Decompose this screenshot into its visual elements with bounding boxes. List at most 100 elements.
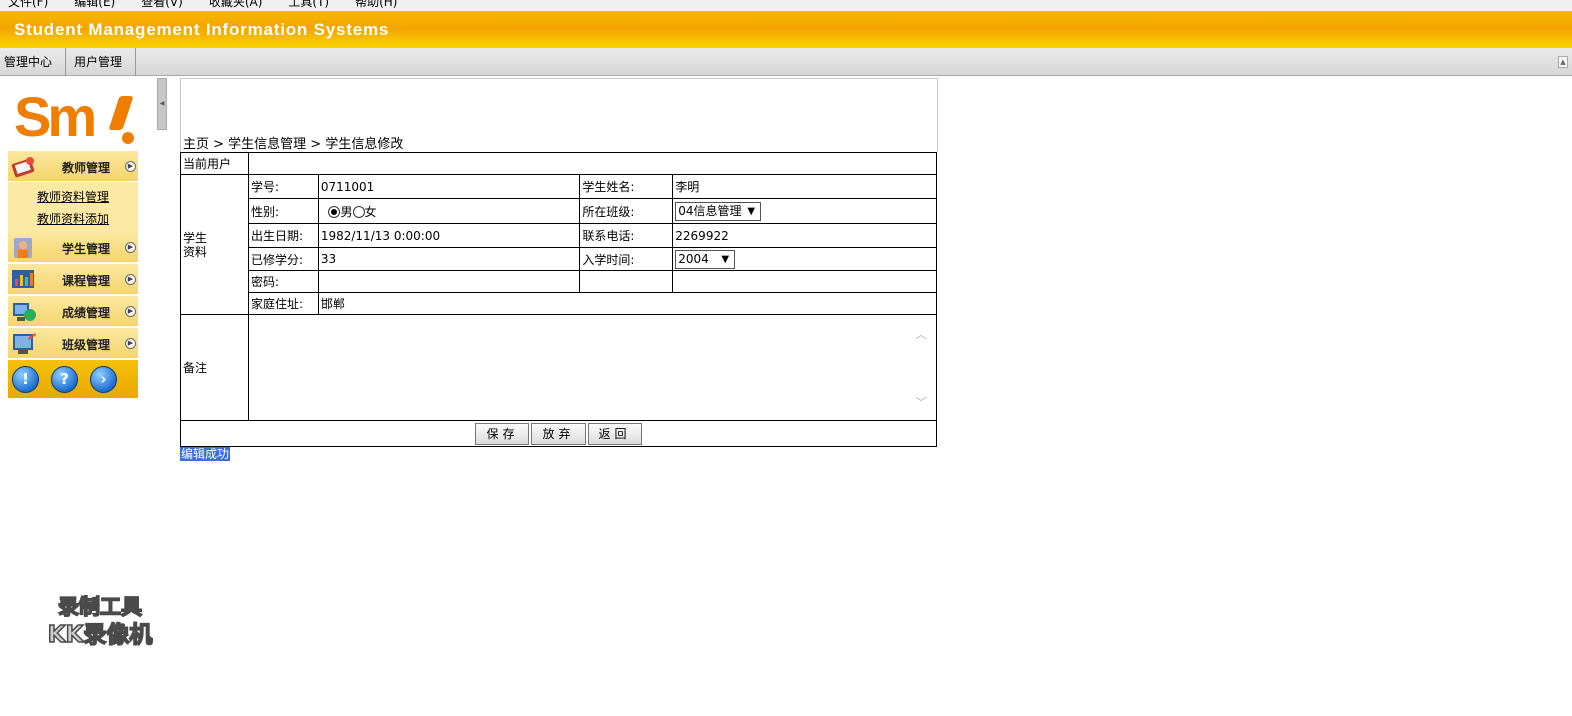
gender-male-radio[interactable] (328, 206, 341, 218)
phone-input[interactable] (675, 226, 934, 245)
password-label: 密码: (247, 270, 319, 293)
student-icon (14, 238, 32, 258)
sidebar-item-course[interactable]: 课程管理 ▶ (8, 264, 138, 295)
button-row: 保存 放弃 返回 (180, 420, 937, 447)
tab-scroll-icon[interactable]: ▲ (1558, 56, 1568, 68)
chevron-right-icon[interactable]: ▶ (125, 306, 136, 317)
student-id-label: 学号: (247, 174, 319, 199)
sidebar-item-label: 班级管理 (62, 338, 111, 352)
birth-label: 出生日期: (247, 223, 319, 248)
sidebar: Sm 教师管理 ▶ 教师资料管理 教师资料添加 学生管理 ▶ 课程管理 ▶ 成绩… (8, 78, 138, 400)
menu-favorites[interactable]: 收藏夹(A) (209, 0, 263, 10)
credits-label: 已修学分: (247, 247, 319, 271)
student-name-input[interactable] (675, 177, 934, 196)
credits-input[interactable] (320, 250, 578, 268)
student-edit-form: 当前用户 学生资料 学号: 学生姓名: 性别: 男女 所在班级: 04信息管理▼… (180, 152, 938, 447)
sm-logo: Sm (14, 88, 138, 146)
app-title: Student Management Information Systems (14, 20, 390, 39)
recorder-watermark: 录制工具 KK录像机 (30, 594, 170, 650)
tab-management-center[interactable]: 管理中心 (0, 48, 66, 76)
phone-label: 联系电话: (579, 223, 674, 248)
birth-input[interactable] (320, 226, 578, 245)
save-button[interactable]: 保存 (475, 422, 530, 445)
gender-cell: 男女 (317, 198, 581, 224)
class-select[interactable]: 04信息管理 ▼ (675, 201, 762, 221)
credits-cell (317, 247, 581, 271)
class-select-value: 04信息管理 (678, 203, 742, 218)
sidebar-item-teacher[interactable]: 教师管理 ▶ (8, 151, 138, 182)
class-icon (13, 333, 36, 354)
student-section-label: 学生资料 (180, 174, 249, 315)
menu-edit[interactable]: 编辑(E) (74, 0, 115, 10)
sidebar-item-student[interactable]: 学生管理 ▶ (8, 232, 138, 263)
app-window: 文件(F) 编辑(E) 查看(V) 收藏夹(A) 工具(T) 帮助(H) Student … (0, 0, 1572, 716)
scroll-down-icon[interactable]: ﹀ (914, 396, 928, 410)
sidebar-item-label: 学生管理 (62, 242, 111, 256)
sidebar-item-label: 教师管理 (62, 161, 111, 175)
back-button[interactable]: 返回 (587, 422, 642, 445)
logo-dot-shape (122, 132, 134, 144)
gender-male-label: 男 (340, 204, 353, 219)
remarks-scrollbar[interactable]: ︿ ﹀ (914, 318, 928, 418)
enroll-label: 入学时间: (579, 247, 674, 271)
class-cell: 04信息管理 ▼ (672, 198, 937, 224)
current-user-label: 当前用户 (180, 152, 249, 175)
sidebar-item-label: 成绩管理 (62, 306, 111, 320)
gender-female-radio[interactable] (352, 206, 365, 218)
tab-bar: 管理中心 用户管理 ▲ (0, 48, 1572, 76)
title-banner: Student Management Information Systems (0, 12, 1572, 48)
watermark-line-1: 录制工具 (57, 594, 143, 620)
chevron-right-icon[interactable]: ▶ (125, 338, 136, 349)
help-icon[interactable]: ? (51, 366, 78, 393)
menu-view[interactable]: 查看(V) (141, 0, 183, 10)
chevron-right-icon[interactable]: ▶ (125, 242, 136, 253)
teacher-icon (11, 157, 35, 178)
gender-female-label: 女 (364, 204, 377, 219)
browser-menu-bar: 文件(F) 编辑(E) 查看(V) 收藏夹(A) 工具(T) 帮助(H) (0, 0, 1572, 12)
student-name-cell (672, 174, 937, 199)
empty-cell (672, 270, 937, 293)
breadcrumb: 主页 > 学生信息管理 > 学生信息修改 (183, 137, 404, 152)
address-label: 家庭住址: (247, 292, 319, 315)
watermark-line-2: KK录像机 (47, 621, 153, 649)
logo-text: Sm (14, 85, 97, 148)
menu-help[interactable]: 帮助(H) (355, 0, 397, 10)
menu-file[interactable]: 文件(F) (8, 0, 48, 10)
password-cell (317, 270, 581, 293)
sidebar-collapse-handle[interactable]: ◀ (157, 78, 167, 130)
submenu-teacher-add[interactable]: 教师资料添加 (37, 210, 109, 227)
chevron-right-icon[interactable]: ▶ (125, 161, 136, 172)
enroll-year-select[interactable]: 2004 ▼ (675, 249, 736, 269)
submenu-teacher-manage[interactable]: 教师资料管理 (37, 188, 109, 205)
sidebar-bottom-icons: ! ? › (8, 360, 138, 398)
sidebar-item-class[interactable]: 班级管理 ▶ (8, 328, 138, 359)
remarks-label: 备注 (180, 314, 249, 421)
address-input[interactable] (320, 294, 934, 313)
next-icon[interactable]: › (90, 366, 117, 393)
password-input[interactable] (320, 272, 578, 291)
scroll-up-icon[interactable]: ︿ (914, 328, 928, 342)
teacher-submenu: 教师资料管理 教师资料添加 (8, 182, 138, 232)
student-id-cell (317, 174, 581, 199)
remarks-textarea[interactable]: ︿ ﹀ (248, 315, 936, 420)
grade-icon (13, 303, 36, 321)
tab-user-management[interactable]: 用户管理 (70, 48, 136, 76)
gender-label: 性别: (247, 198, 319, 224)
enroll-cell: 2004 ▼ (672, 247, 937, 271)
info-icon[interactable]: ! (12, 366, 39, 393)
remarks-cell: ︿ ﹀ (247, 314, 938, 421)
status-message: 编辑成功 (180, 447, 231, 461)
enroll-select-value: 2004 (678, 251, 709, 266)
chevron-down-icon: ▼ (743, 203, 760, 219)
sidebar-item-label: 课程管理 (62, 274, 111, 288)
student-id-input[interactable] (320, 177, 578, 196)
empty-cell (579, 270, 674, 293)
course-icon (12, 270, 34, 288)
chevron-right-icon[interactable]: ▶ (125, 274, 136, 285)
discard-button[interactable]: 放弃 (531, 422, 586, 445)
chevron-down-icon: ▼ (717, 251, 734, 267)
address-cell (317, 292, 938, 315)
menu-tools[interactable]: 工具(T) (288, 0, 329, 10)
class-label: 所在班级: (579, 198, 674, 224)
sidebar-item-grade[interactable]: 成绩管理 ▶ (8, 296, 138, 327)
